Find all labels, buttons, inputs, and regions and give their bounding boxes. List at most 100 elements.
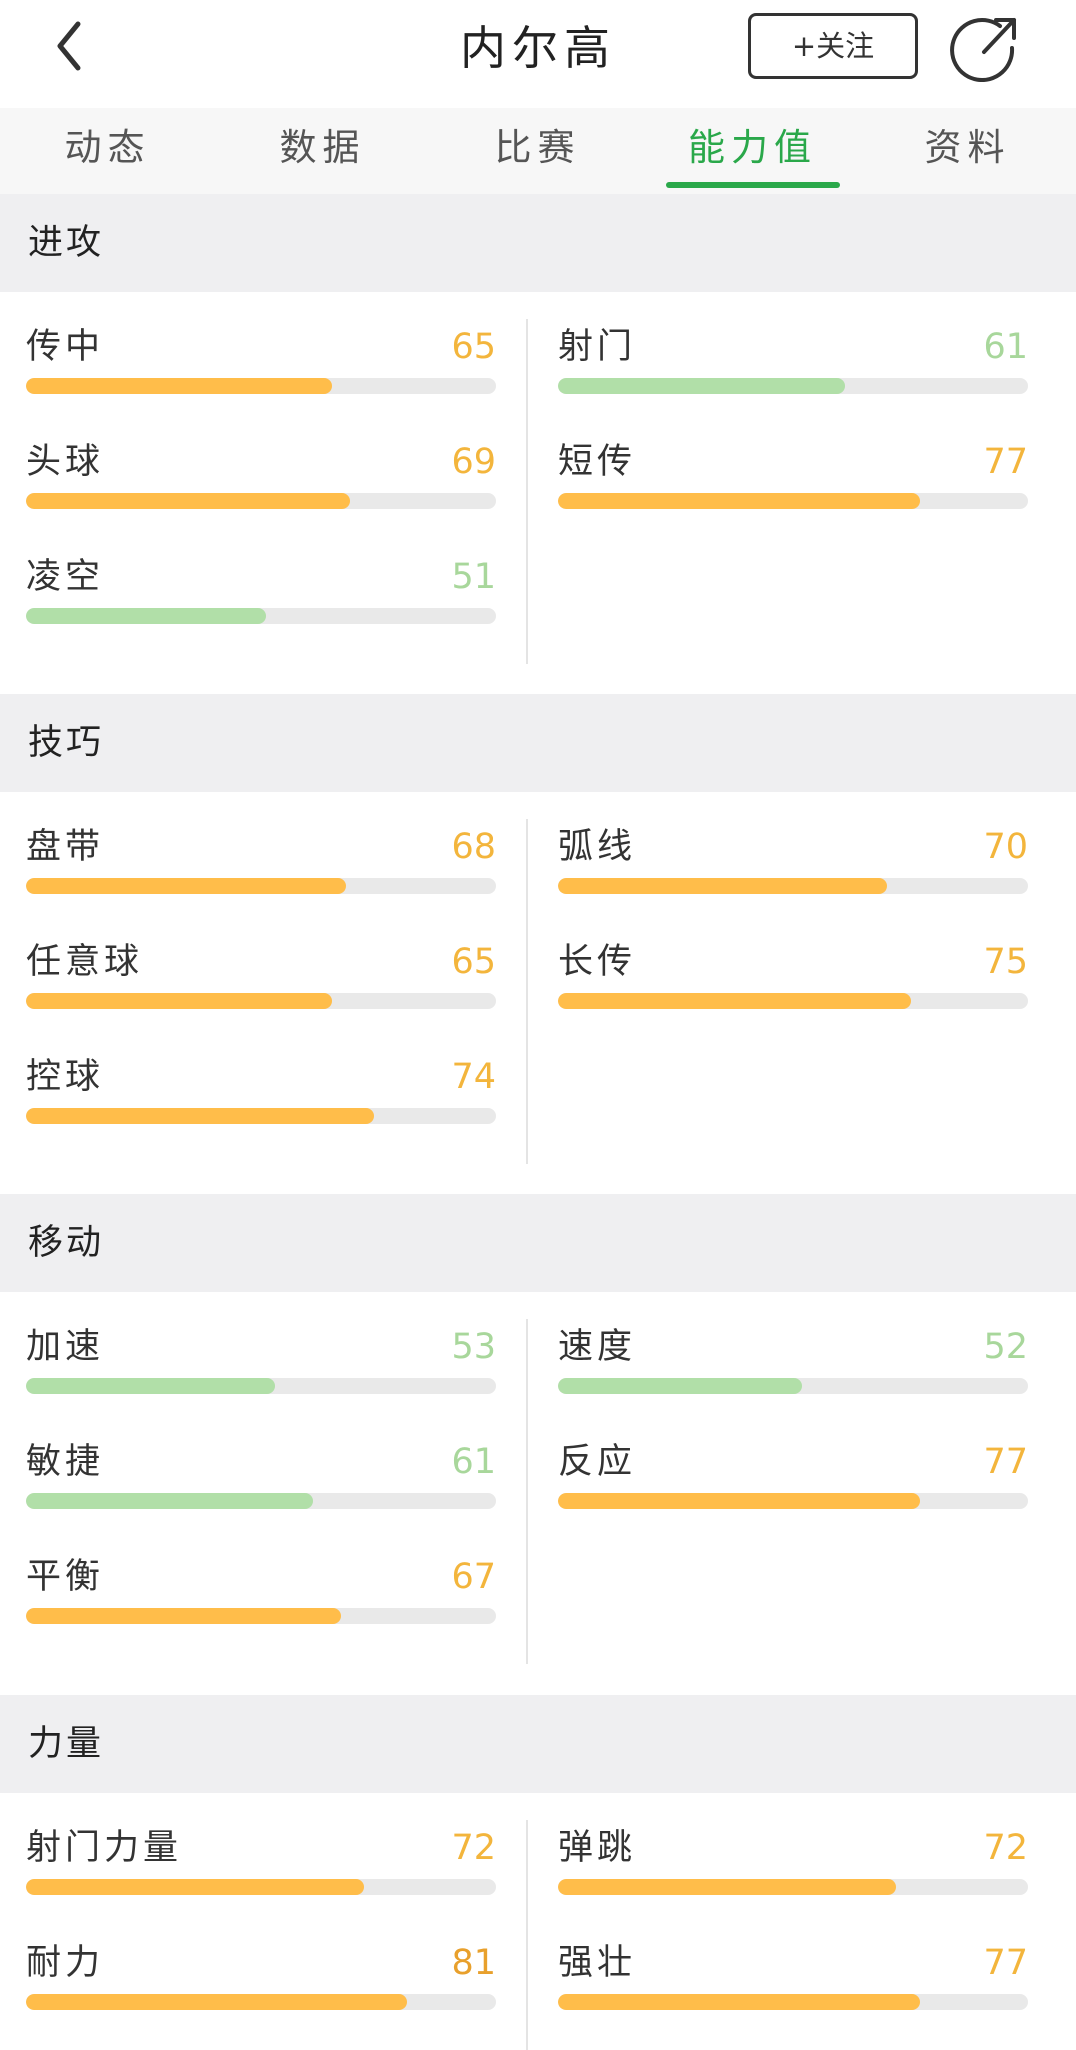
stat-bar-track <box>26 878 496 894</box>
stat-item: 速度 52 <box>558 1324 1028 1404</box>
stat-bar-track <box>26 1378 496 1394</box>
tab-abilities[interactable]: 能力值 <box>645 108 860 194</box>
stat-value: 74 <box>451 1057 496 1097</box>
stat-bar-fill <box>558 378 845 394</box>
stat-item: 平衡 67 <box>26 1554 496 1634</box>
stat-bar-fill <box>26 1879 364 1895</box>
share-icon <box>950 18 1016 83</box>
stat-bar-fill <box>558 878 887 894</box>
stat-label: 任意球 <box>26 942 144 982</box>
stat-item: 控球 74 <box>26 1054 496 1134</box>
column-divider <box>526 319 528 664</box>
stat-bar-track <box>26 1879 496 1895</box>
stat-bar-fill <box>558 493 920 509</box>
tab-label: 能力值 <box>688 126 817 169</box>
stat-item: 头球 69 <box>26 439 496 519</box>
stat-bar-track <box>26 1108 496 1124</box>
stat-item: 长传 75 <box>558 939 1028 1019</box>
stat-item: 任意球 65 <box>26 939 496 1019</box>
stat-bar-track <box>26 1608 496 1624</box>
stat-label: 控球 <box>26 1057 105 1097</box>
stat-bar-fill <box>26 1994 407 2010</box>
stat-bar-fill <box>26 993 332 1009</box>
stat-bar-track <box>558 378 1028 394</box>
section-title: 力量 <box>28 1724 105 1764</box>
tab-bar: 动态 数据 比赛 能力值 资料 <box>0 108 1076 194</box>
stat-value: 67 <box>451 1557 496 1597</box>
column-divider <box>526 1319 528 1664</box>
stat-value: 75 <box>983 942 1028 982</box>
stat-bar-track <box>558 493 1028 509</box>
stat-bar-track <box>558 1879 1028 1895</box>
stat-bar-fill <box>26 1108 374 1124</box>
active-tab-indicator <box>665 182 840 188</box>
section-title: 移动 <box>28 1223 105 1263</box>
stat-value: 77 <box>983 1943 1028 1983</box>
stat-item: 传中 65 <box>26 324 496 404</box>
stat-label: 耐力 <box>26 1943 105 1983</box>
stat-item: 弹跳 72 <box>558 1825 1028 1905</box>
stat-label: 短传 <box>558 442 637 482</box>
stat-bar-fill <box>26 1608 341 1624</box>
stat-label: 盘带 <box>26 827 105 867</box>
stat-value: 61 <box>451 1442 496 1482</box>
stat-item: 弧线 70 <box>558 824 1028 904</box>
section-movement-header: 移动 <box>0 1194 1076 1292</box>
stat-label: 平衡 <box>26 1557 105 1597</box>
stat-bar-track <box>26 1994 496 2010</box>
stat-item: 耐力 81 <box>26 1940 496 2020</box>
stat-value: 68 <box>451 827 496 867</box>
stat-label: 射门力量 <box>26 1828 183 1868</box>
column-divider <box>526 1820 528 2050</box>
stat-bar-track <box>558 1378 1028 1394</box>
stat-value: 51 <box>451 557 496 597</box>
stat-label: 强壮 <box>558 1943 637 1983</box>
stat-bar-track <box>558 993 1028 1009</box>
stat-label: 反应 <box>558 1442 637 1482</box>
stat-item: 加速 53 <box>26 1324 496 1404</box>
stat-label: 弹跳 <box>558 1828 637 1868</box>
follow-button[interactable]: +关注 <box>748 13 918 79</box>
stat-label: 射门 <box>558 327 637 367</box>
tab-stats[interactable]: 数据 <box>215 108 430 194</box>
stat-value: 53 <box>451 1327 496 1367</box>
stat-item: 短传 77 <box>558 439 1028 519</box>
stat-label: 长传 <box>558 942 637 982</box>
stat-value: 61 <box>983 327 1028 367</box>
stat-value: 52 <box>983 1327 1028 1367</box>
stat-value: 77 <box>983 1442 1028 1482</box>
tab-matches[interactable]: 比赛 <box>430 108 645 194</box>
stat-bar-track <box>26 493 496 509</box>
share-button[interactable] <box>950 12 1020 83</box>
section-power-header: 力量 <box>0 1695 1076 1793</box>
stat-bar-fill <box>26 878 346 894</box>
tab-label: 资料 <box>924 126 1011 169</box>
tab-news[interactable]: 动态 <box>0 108 215 194</box>
tab-label: 数据 <box>279 126 366 169</box>
stat-item: 射门力量 72 <box>26 1825 496 1905</box>
stat-bar-fill <box>26 1493 313 1509</box>
section-title: 进攻 <box>28 223 105 263</box>
tab-label: 比赛 <box>494 126 581 169</box>
stat-item: 强壮 77 <box>558 1940 1028 2020</box>
stat-value: 72 <box>983 1828 1028 1868</box>
tab-profile[interactable]: 资料 <box>860 108 1075 194</box>
stat-bar-fill <box>26 493 350 509</box>
section-title: 技巧 <box>28 723 105 763</box>
stat-value: 72 <box>451 1828 496 1868</box>
stat-value: 77 <box>983 442 1028 482</box>
stat-value: 81 <box>451 1943 496 1983</box>
top-bar: 内尔高 +关注 <box>0 0 1076 108</box>
stat-bar-track <box>26 993 496 1009</box>
stat-bar-fill <box>26 608 266 624</box>
column-divider <box>526 819 528 1164</box>
stat-bar-track <box>558 1493 1028 1509</box>
stat-value: 65 <box>451 327 496 367</box>
stat-label: 传中 <box>26 327 105 367</box>
stat-bar-fill <box>558 1879 896 1895</box>
stat-bar-fill <box>558 993 911 1009</box>
stat-value: 70 <box>983 827 1028 867</box>
stat-label: 凌空 <box>26 557 105 597</box>
stat-bar-track <box>558 878 1028 894</box>
stat-bar-fill <box>558 1378 802 1394</box>
